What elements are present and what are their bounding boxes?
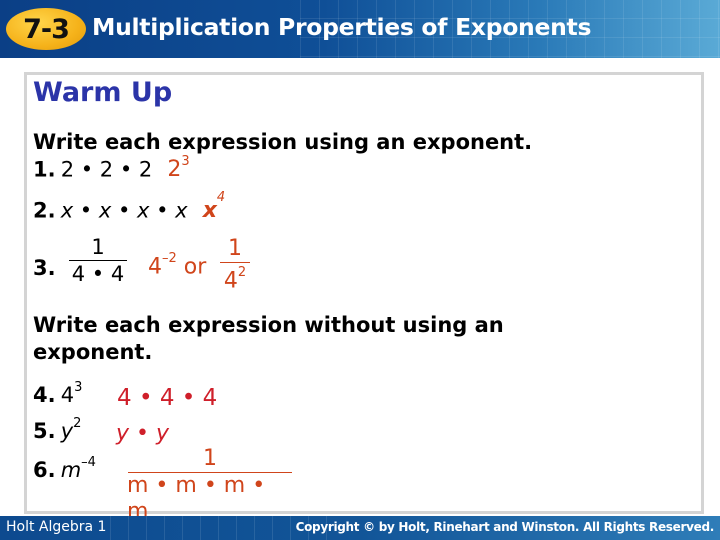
expression-exponent: –4 <box>81 455 96 470</box>
problem-expression: y2 <box>60 416 82 443</box>
expression-exponent: 3 <box>74 380 83 395</box>
problem-6: 6. m–4 <box>33 455 96 482</box>
denominator-base: 4 <box>223 268 238 294</box>
denominator-exponent: 2 <box>237 265 247 280</box>
answer-base: 4 <box>148 254 162 280</box>
problem-3-answer: 4–2 or <box>148 251 207 280</box>
problem-1: 1. 2 • 2 • 2 23 <box>33 154 190 183</box>
answer-exponent: 4 <box>216 190 226 205</box>
slide-header: 7-3 Multiplication Properties of Exponen… <box>0 0 720 58</box>
expression-exponent: 2 <box>73 416 82 431</box>
problem-number: 1. <box>33 157 56 182</box>
problem-number: 3. <box>33 256 56 280</box>
answer-base: x <box>202 198 217 224</box>
problem-expression: 2 • 2 • 2 <box>60 157 153 182</box>
fraction-numerator: 1 <box>228 236 242 261</box>
expression-base: m <box>60 458 82 482</box>
problem-3-fraction: 1 4 • 4 <box>68 234 128 287</box>
problem-number: 2. <box>33 198 56 223</box>
problem-answer: x4 <box>202 190 225 224</box>
problem-2: 2. x • x • x • x x4 <box>33 190 225 224</box>
problem-3-answer-fraction: 1 42 <box>218 236 252 294</box>
footer-copyright: Copyright © by Holt, Rinehart and Winsto… <box>295 520 715 534</box>
expression-base: y <box>60 419 74 443</box>
problem-4-answer: 4 • 4 • 4 <box>117 385 218 411</box>
fraction-numerator: 1 <box>91 235 105 259</box>
instruction-part1: Write each expression using an exponent. <box>33 130 533 154</box>
instruction-part2-line1: Write each expression without using an <box>33 313 504 337</box>
problem-6-answer-fraction: 1 m • m • m • m <box>127 446 293 525</box>
fraction-denominator: 42 <box>224 263 246 294</box>
fraction-denominator: 4 • 4 <box>71 262 125 286</box>
problem-number: 6. <box>33 458 56 482</box>
problem-number: 4. <box>33 383 56 407</box>
instruction-part2-line2: exponent. <box>33 340 153 364</box>
answer-exponent: 3 <box>181 154 190 169</box>
answer-base: 2 <box>167 157 182 183</box>
problem-5: 5. y2 <box>33 416 82 443</box>
problem-expression: m–4 <box>60 455 96 482</box>
expression-base: 4 <box>60 383 75 407</box>
lesson-number-badge: 7-3 <box>6 8 86 50</box>
problem-4: 4. 43 <box>33 380 83 407</box>
answer-exponent: –2 <box>162 251 177 266</box>
answer-or: or <box>183 254 207 280</box>
slide-footer: Holt Algebra 1 Copyright © by Holt, Rine… <box>0 516 720 540</box>
problem-expression: 43 <box>60 380 83 407</box>
problem-expression: x • x • x • x <box>60 198 188 223</box>
problem-number: 5. <box>33 419 56 443</box>
slide-title: Multiplication Properties of Exponents <box>92 13 592 41</box>
footer-book-title: Holt Algebra 1 <box>6 519 107 535</box>
section-title: Warm Up <box>33 77 173 108</box>
fraction-numerator: 1 <box>203 446 217 471</box>
problem-5-answer: y • y <box>116 421 170 446</box>
problem-answer: 23 <box>167 154 190 183</box>
